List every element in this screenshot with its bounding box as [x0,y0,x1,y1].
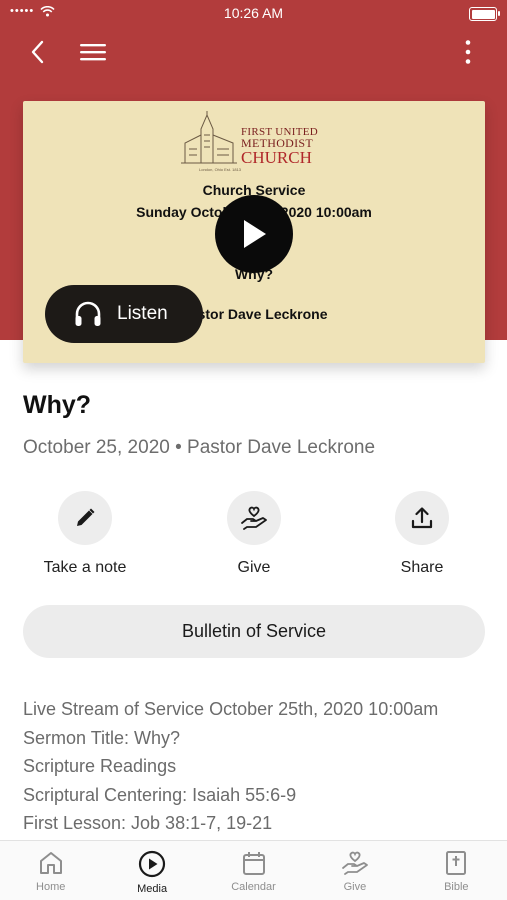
give-circle [227,491,281,545]
bottom-tab-bar: Home Media Calendar Give Bible [0,840,507,900]
tab-bible-label: Bible [444,881,469,893]
description-line: Scriptural Centering: Isaiah 55:6-9 [23,784,297,805]
status-bar: ••••• 10:26 AM [0,0,507,28]
pencil-icon [77,508,95,526]
take-note-label: Take a note [43,559,127,576]
description-line: Live Stream of Service October 25th, 202… [23,699,439,719]
church-building-icon [181,111,237,164]
listen-button[interactable]: Listen [45,285,203,343]
tab-home[interactable]: Home [0,841,101,900]
menu-button[interactable] [77,36,109,68]
share-label: Share [400,559,444,576]
hamburger-menu-icon [80,44,106,61]
give-hand-heart-icon [241,506,267,530]
status-time: 10:26 AM [223,5,284,21]
take-note-button[interactable]: Take a note [15,491,155,577]
headphones-icon [75,301,101,326]
bulletin-label: Bulletin of Service [181,621,327,641]
share-button[interactable]: Share [352,491,492,577]
bible-icon [446,851,467,875]
tab-media[interactable]: Media [101,841,202,900]
give-label: Give [237,559,271,576]
description-line: First Lesson: Job 38:1-7, 19-21 [23,813,273,833]
share-upload-icon [411,507,433,529]
more-options-button[interactable] [452,36,484,68]
description-line: Scripture Readings [23,756,177,776]
logo-wordmark: FIRST UNITED METHODIST CHURCH [241,126,319,167]
give-button[interactable]: Give [184,491,324,577]
play-circle-icon [139,850,166,878]
share-circle [395,491,449,545]
tab-give[interactable]: Give [304,841,405,900]
description-line: Sermon Title: Why? [23,727,181,748]
sermon-subtitle: October 25, 2020 • Pastor Dave Leckrone [23,437,376,458]
tab-give-label: Give [343,881,367,893]
navigation-bar [0,32,507,72]
sermon-title: Why? [23,391,92,419]
battery-icon [469,7,500,21]
give-icon [342,851,368,875]
tab-bible[interactable]: Bible [406,841,507,900]
chevron-left-icon [31,40,44,64]
tab-calendar[interactable]: Calendar [203,841,304,900]
play-icon [244,220,266,248]
logo-caption: London, Ohio Est. 1813 [199,167,242,172]
sermon-description: Live Stream of Service October 25th, 202… [23,695,493,838]
bulletin-of-service-button[interactable]: Bulletin of Service [23,605,485,658]
back-button[interactable] [22,36,54,68]
church-logo: FIRST UNITED METHODIST CHURCH London, Oh… [179,111,329,175]
vertical-dots-icon [465,40,471,64]
tab-home-label: Home [36,881,66,893]
take-note-circle [58,491,112,545]
home-icon [39,852,62,874]
tab-calendar-label: Calendar [231,881,276,893]
listen-label: Listen [117,303,168,324]
tab-media-label: Media [137,883,168,895]
play-button[interactable] [215,195,293,273]
calendar-icon [242,852,265,875]
